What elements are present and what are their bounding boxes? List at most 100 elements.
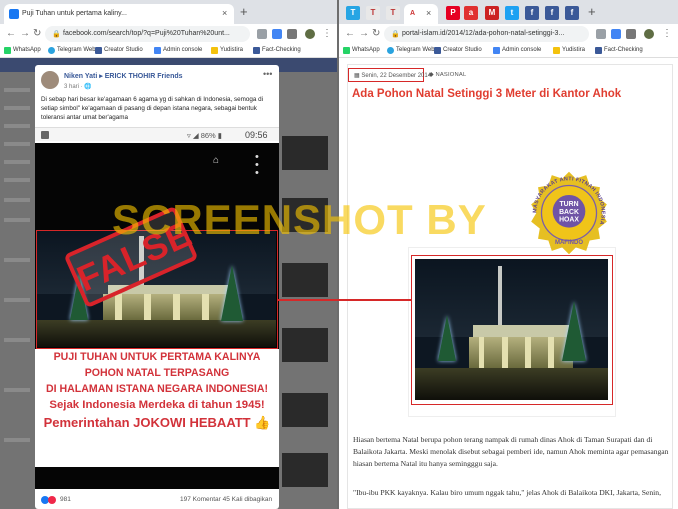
new-tab-button[interactable]: + <box>588 5 596 19</box>
post-timestamp[interactable]: 3 hari · 🌐 <box>64 83 92 90</box>
post-caption: Di sebap hari besar ke'agamaan 6 agama y… <box>41 96 264 121</box>
bookmark-fact-checking[interactable]: Fact-Checking <box>595 47 643 54</box>
tab-close-icon[interactable]: × <box>222 8 227 18</box>
hoax-banner-text: PUJI TUHAN UNTUK PERTAMA KALINYA POHON N… <box>35 349 279 467</box>
menu-kebab-icon[interactable]: ⋮ <box>322 27 332 41</box>
article-paragraph: Hiasan bertema Natal berupa pohon terang… <box>353 435 669 468</box>
bookmark-admin-console[interactable]: Admin console <box>154 47 202 54</box>
phone-status-indicators: ▿ ◢ 86% ▮ <box>187 131 222 140</box>
mini-tab[interactable]: f <box>525 6 539 20</box>
reaction-count[interactable]: 981 <box>60 496 71 503</box>
bookmark-icon <box>553 47 560 54</box>
article-category[interactable]: ◆ NASIONAL <box>429 72 466 78</box>
mini-tab[interactable]: T <box>386 6 400 20</box>
right-url-text: portal-islam.id/2014/12/ada-pohon-natal-… <box>402 30 565 37</box>
mini-tab[interactable]: P <box>446 6 460 20</box>
bookmark-whatsapp[interactable]: WhatsApp <box>343 47 380 54</box>
active-tab-label: A <box>410 10 416 17</box>
bookmark-icon <box>211 47 218 54</box>
lock-icon: 🔒 <box>391 31 400 38</box>
screenshot-stage: Puji Tuhan untuk pertama kaliny... × + ←… <box>0 0 678 509</box>
mini-tab[interactable]: t <box>505 6 519 20</box>
left-url-text: facebook.com/search/top/?q=Puji%20Tuhan%… <box>63 30 230 37</box>
puzzle-icon[interactable] <box>287 29 297 39</box>
christmas-tree-photo[interactable] <box>415 259 608 400</box>
bookmark-telegram[interactable]: Telegram Web <box>48 47 96 54</box>
extension-icon[interactable] <box>272 29 282 39</box>
extension-icon[interactable] <box>596 29 606 39</box>
right-bookmarks-bar: WhatsApp Telegram Web Creator Studio Adm… <box>339 44 678 58</box>
bookmark-creator-studio[interactable]: Creator Studio <box>434 47 482 54</box>
reload-icon[interactable]: ↻ <box>372 27 380 41</box>
phone-status-bar: ▿ ◢ 86% ▮ 09:56 <box>35 127 279 141</box>
comparison-connector-line <box>278 299 411 301</box>
right-address-bar[interactable]: 🔒 portal-islam.id/2014/12/ada-pohon-nata… <box>384 26 589 42</box>
bookmark-whatsapp[interactable]: WhatsApp <box>4 47 41 54</box>
bookmark-yudistira[interactable]: Yudistira <box>211 47 243 54</box>
article-container: ▦ Senin, 22 Desember 2014 ◆ NASIONAL Ada… <box>347 64 673 509</box>
banner-line: Pemerintahan JOKOWI HEBAATT 👍 <box>43 415 271 430</box>
extension-icon[interactable] <box>611 29 621 39</box>
menu-kebab-icon[interactable]: ⋮ <box>662 27 672 41</box>
bookmark-creator-studio[interactable]: Creator Studio <box>95 47 143 54</box>
left-address-bar[interactable]: 🔒 facebook.com/search/top/?q=Puji%20Tuha… <box>45 26 250 42</box>
left-bookmarks-bar: WhatsApp Telegram Web Creator Studio Adm… <box>0 44 337 58</box>
love-reaction-icon[interactable] <box>48 496 56 504</box>
extension-icon[interactable] <box>257 29 267 39</box>
post-options-icon[interactable]: ••• <box>263 69 272 79</box>
banner-line: POHON NATAL TERPASANG <box>84 367 230 379</box>
screenshot-watermark: SCREENSHOT BY <box>112 196 487 243</box>
portal-islam-page: ▦ Senin, 22 Desember 2014 ◆ NASIONAL Ada… <box>339 58 678 509</box>
seal-center-text: HOAX <box>559 217 579 224</box>
mini-tab[interactable]: f <box>565 6 579 20</box>
mini-tab[interactable]: f <box>545 6 559 20</box>
right-active-tab[interactable]: A × <box>404 4 438 24</box>
post-footer: 981 197 Komentar 45 Kali dibagikan <box>35 491 279 509</box>
right-tabstrip: T T T A × P a M t f f f + <box>339 0 678 24</box>
facebook-icon <box>595 47 602 54</box>
puzzle-icon[interactable] <box>626 29 636 39</box>
bookmark-fact-checking[interactable]: Fact-Checking <box>253 47 301 54</box>
profile-avatar-icon[interactable] <box>644 29 654 39</box>
article-paragraph: "Ibu-ibu PKK kayaknya. Kalau biro umum n… <box>353 488 661 497</box>
right-browser-window: T T T A × P a M t f f f + ← → ↻ 🔒 portal… <box>339 0 678 509</box>
left-active-tab[interactable]: Puji Tuhan untuk pertama kaliny... × <box>4 4 234 24</box>
mini-tab[interactable]: M <box>485 6 499 20</box>
facebook-icon <box>41 131 49 139</box>
new-tab-button[interactable]: + <box>240 5 248 19</box>
forward-arrow-icon[interactable]: → <box>359 27 369 41</box>
article-image-highlight <box>411 255 613 405</box>
whatsapp-icon <box>4 47 11 54</box>
left-toolbar: ← → ↻ 🔒 facebook.com/search/top/?q=Puji%… <box>0 24 337 44</box>
mini-tab[interactable]: T <box>346 6 360 20</box>
forward-arrow-icon[interactable]: → <box>20 27 30 41</box>
mafindo-seal-logo: MASYARAKAT ANTI FITNAH INDONESIA TURN BA… <box>531 171 607 255</box>
telegram-icon <box>387 47 394 54</box>
google-icon <box>493 47 500 54</box>
reload-icon[interactable]: ↻ <box>33 27 41 41</box>
seal-center-text: BACK <box>559 209 579 216</box>
phone-clock: 09:56 <box>245 130 268 140</box>
mini-tab[interactable]: a <box>464 6 478 20</box>
left-tab-title: Puji Tuhan untuk pertama kaliny... <box>22 10 127 17</box>
post-author[interactable]: Niken Yati ▸ ERICK THOHIR Friends <box>64 72 183 80</box>
back-arrow-icon[interactable]: ← <box>345 27 355 41</box>
article-title[interactable]: Ada Pohon Natal Setinggi 3 Meter di Kant… <box>352 88 621 100</box>
mini-tab[interactable]: T <box>366 6 380 20</box>
tab-close-icon[interactable]: × <box>426 8 431 18</box>
telegram-icon <box>48 47 55 54</box>
comment-share-count[interactable]: 197 Komentar 45 Kali dibagikan <box>180 496 272 503</box>
facebook-icon <box>253 47 260 54</box>
seal-center-text: TURN <box>559 201 578 208</box>
bookmark-yudistira[interactable]: Yudistira <box>553 47 585 54</box>
profile-avatar-icon[interactable] <box>305 29 315 39</box>
author-avatar[interactable] <box>41 71 59 89</box>
lock-icon: 🔒 <box>52 31 61 38</box>
facebook-icon <box>434 47 441 54</box>
back-arrow-icon[interactable]: ← <box>6 27 16 41</box>
bookmark-admin-console[interactable]: Admin console <box>493 47 541 54</box>
tag-icon: ⌂ <box>213 155 220 166</box>
more-vertical-icon: • • • <box>255 151 259 179</box>
seal-bottom-text: MAFINDO <box>555 240 583 246</box>
bookmark-telegram[interactable]: Telegram Web <box>387 47 435 54</box>
